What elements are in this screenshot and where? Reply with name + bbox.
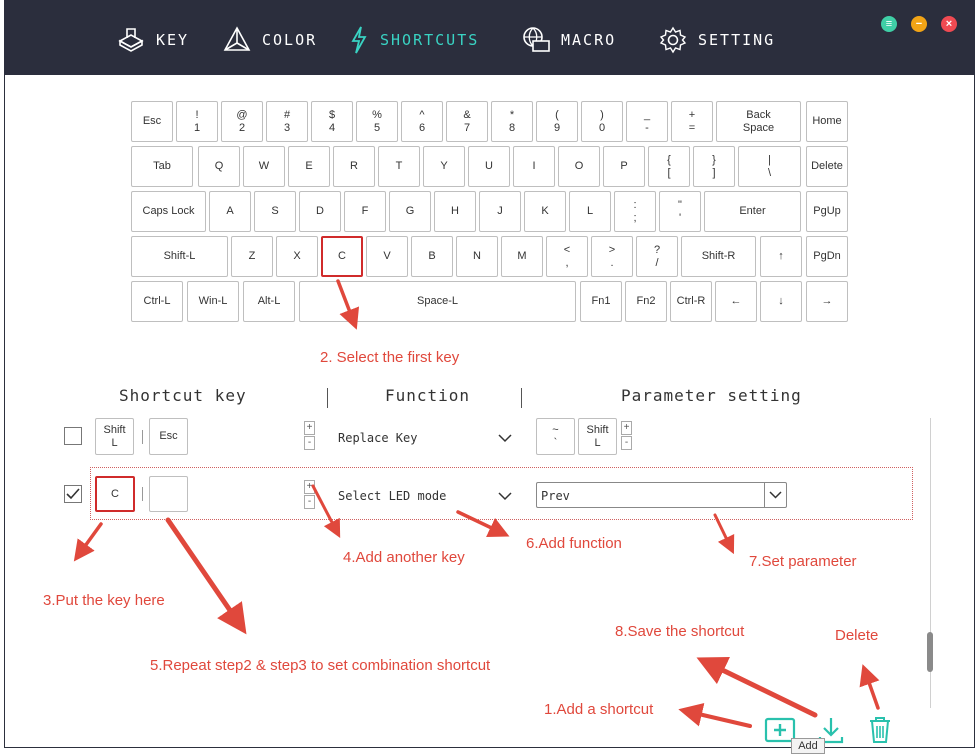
arrow-step-7 (713, 513, 735, 555)
arrow-step-4 (311, 484, 341, 538)
arrow-step-6 (456, 510, 510, 537)
arrow-step-5 (165, 517, 247, 635)
instruction-arrows (73, 279, 880, 728)
arrow-step-1 (678, 703, 752, 728)
arrow-step-3 (73, 522, 103, 562)
arrow-delete (859, 664, 880, 710)
arrow-step-2 (336, 279, 360, 330)
arrow-step-8 (696, 657, 818, 718)
